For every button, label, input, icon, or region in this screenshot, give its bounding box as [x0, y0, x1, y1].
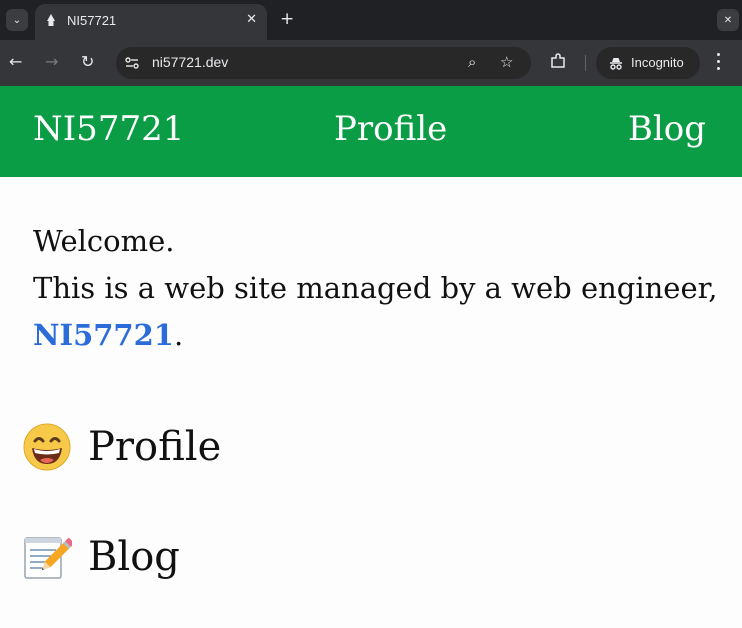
description-line: This is a web site managed by a web engi… — [33, 271, 718, 305]
site-favicon-icon — [47, 14, 55, 26]
url-text: ni57721.dev — [152, 54, 229, 70]
browser-toolbar: ← → ↻ ni57721.dev ⌕ ☆ Incognito — [0, 40, 742, 86]
grinning-face-icon — [23, 423, 71, 471]
blog-heading: Blog — [88, 534, 180, 580]
blog-section: Blog — [22, 532, 180, 582]
close-icon: ✕ — [723, 14, 733, 26]
memo-pencil-icon — [24, 537, 72, 579]
owner-line-period: . — [173, 318, 184, 352]
site-header: NI57721 Profile Blog — [0, 86, 742, 177]
chevron-down-icon: ⌄ — [12, 14, 22, 26]
incognito-icon — [610, 58, 622, 70]
profile-heading: Profile — [88, 424, 222, 470]
welcome-line: Welcome. — [33, 224, 175, 258]
tab-close-button[interactable]: ✕ — [246, 12, 257, 27]
browser-tabstrip: ⌄ NI57721 ✕ + ✕ — [0, 0, 742, 40]
owner-name-link[interactable]: NI57721 — [33, 318, 174, 352]
site-settings-icon — [125, 57, 139, 69]
browser-tab[interactable]: NI57721 ✕ — [35, 4, 267, 40]
more-menu-icon[interactable] — [717, 53, 721, 71]
incognito-indicator[interactable]: Incognito — [596, 47, 700, 79]
new-tab-button[interactable]: + — [280, 9, 294, 29]
address-bar[interactable]: ni57721.dev ⌕ ☆ — [116, 47, 531, 79]
back-button[interactable]: ← — [9, 52, 22, 71]
nav-link-profile[interactable]: Profile — [334, 112, 447, 146]
tab-search-button[interactable]: ⌄ — [6, 9, 28, 31]
bookmark-star-icon[interactable]: ☆ — [500, 53, 513, 71]
intro-text: Welcome. This is a web site managed by a… — [33, 218, 723, 359]
owner-line: NI57721. — [33, 312, 723, 359]
site-brand-link[interactable]: NI57721 — [33, 112, 184, 146]
profile-section: Profile — [22, 422, 221, 472]
reload-button[interactable]: ↻ — [81, 52, 94, 71]
zoom-icon[interactable]: ⌕ — [468, 53, 476, 71]
tab-title: NI57721 — [67, 13, 117, 28]
forward-button[interactable]: → — [45, 52, 58, 71]
toolbar-divider — [585, 55, 586, 71]
nav-link-blog[interactable]: Blog — [628, 112, 706, 146]
incognito-label: Incognito — [631, 55, 684, 70]
window-close-button[interactable]: ✕ — [717, 9, 739, 31]
extensions-icon[interactable] — [549, 52, 567, 70]
